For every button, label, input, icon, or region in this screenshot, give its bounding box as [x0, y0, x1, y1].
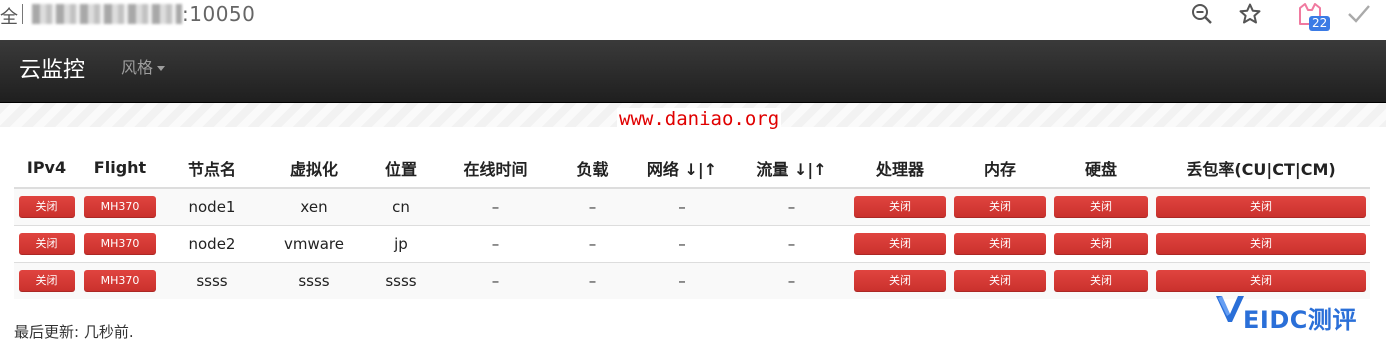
col-uptime[interactable]: 在线时间: [437, 148, 554, 189]
cell-uptime: –: [437, 262, 554, 299]
extension-badge: 22: [1309, 16, 1331, 31]
cell-disk: 关闭: [1050, 187, 1152, 226]
eidc-logo-text: EIDC测评: [1243, 306, 1357, 334]
brand-title[interactable]: 云监控: [19, 52, 85, 84]
flight-bar: MH370: [84, 270, 156, 292]
style-dropdown-label: 风格: [121, 58, 154, 77]
disk-bar: 关闭: [1054, 233, 1148, 255]
address-port[interactable]: :10050: [182, 2, 255, 26]
flight-bar: MH370: [84, 196, 156, 218]
chevron-down-icon: [157, 66, 166, 71]
memory-bar: 关闭: [954, 196, 1046, 218]
col-memory[interactable]: 内存: [950, 148, 1050, 189]
col-load[interactable]: 负载: [554, 148, 631, 189]
cell-packet-loss: 关闭: [1152, 225, 1370, 263]
cell-network: –: [631, 225, 733, 263]
ipv4-status-bar: 关闭: [18, 233, 75, 255]
last-updated: 最后更新: 几秒前.: [14, 323, 134, 341]
disk-bar: 关闭: [1054, 196, 1148, 218]
table-row[interactable]: 关闭 MH370 ssss ssss ssss – – – – 关闭 关闭 关闭…: [14, 262, 1370, 299]
col-cpu[interactable]: 处理器: [850, 148, 950, 189]
cell-location: jp: [365, 225, 437, 263]
cell-virt: xen: [263, 187, 365, 226]
cell-traffic: –: [733, 187, 850, 226]
cell-ipv4: 关闭: [14, 225, 79, 263]
cell-packet-loss: 关闭: [1152, 262, 1370, 299]
cell-virt: ssss: [263, 262, 365, 299]
cell-memory: 关闭: [950, 187, 1050, 226]
cell-network: –: [631, 187, 733, 226]
navbar: 云监控 风格: [0, 40, 1386, 103]
cell-name: ssss: [161, 262, 263, 299]
col-traffic[interactable]: 流量 ↓|↑: [733, 148, 850, 189]
cell-load: –: [554, 262, 631, 299]
ipv4-status-bar: 关闭: [18, 270, 75, 292]
cell-ipv4: 关闭: [14, 187, 79, 226]
zoom-icon[interactable]: [1190, 2, 1214, 30]
cell-memory: 关闭: [950, 225, 1050, 263]
blurred-host: [32, 4, 182, 24]
col-network[interactable]: 网络 ↓|↑: [631, 148, 733, 189]
address-separator: [22, 4, 23, 24]
disk-bar: 关闭: [1054, 270, 1148, 292]
packet-loss-bar: 关闭: [1156, 233, 1366, 255]
cell-ipv4: 关闭: [14, 262, 79, 299]
cpu-bar: 关闭: [854, 196, 946, 218]
cell-cpu: 关闭: [850, 262, 950, 299]
col-disk[interactable]: 硬盘: [1050, 148, 1152, 189]
cell-traffic: –: [733, 262, 850, 299]
packet-loss-bar: 关闭: [1156, 196, 1366, 218]
eidc-logo-icon: [1214, 292, 1246, 330]
col-packet-loss[interactable]: 丢包率(CU|CT|CM): [1152, 148, 1370, 189]
col-virt[interactable]: 虚拟化: [263, 148, 365, 189]
col-ipv4[interactable]: IPv4: [14, 148, 79, 189]
cell-load: –: [554, 225, 631, 263]
star-icon[interactable]: [1238, 2, 1262, 30]
cpu-bar: 关闭: [854, 233, 946, 255]
check-icon[interactable]: [1346, 2, 1372, 30]
style-dropdown[interactable]: 风格: [121, 54, 166, 78]
cell-flight: MH370: [79, 225, 161, 263]
cell-disk: 关闭: [1050, 225, 1152, 263]
security-label: 全: [0, 7, 18, 28]
packet-loss-bar: 关闭: [1156, 270, 1366, 292]
cell-uptime: –: [437, 225, 554, 263]
table-row[interactable]: 关闭 MH370 node2 vmware jp – – – – 关闭 关闭 关…: [14, 225, 1370, 263]
cell-location: ssss: [365, 262, 437, 299]
ipv4-status-bar: 关闭: [18, 196, 75, 218]
col-name[interactable]: 节点名: [161, 148, 263, 189]
cell-memory: 关闭: [950, 262, 1050, 299]
cell-disk: 关闭: [1050, 262, 1152, 299]
cell-name: node2: [161, 225, 263, 263]
cell-cpu: 关闭: [850, 225, 950, 263]
table-header-row: IPv4 Flight 节点名 虚拟化 位置 在线时间 负载 网络 ↓|↑ 流量…: [14, 148, 1370, 189]
cell-virt: vmware: [263, 225, 365, 263]
cell-network: –: [631, 262, 733, 299]
table-row[interactable]: 关闭 MH370 node1 xen cn – – – – 关闭 关闭 关闭 关…: [14, 187, 1370, 226]
col-flight[interactable]: Flight: [79, 148, 161, 189]
cell-uptime: –: [437, 187, 554, 226]
cell-flight: MH370: [79, 187, 161, 226]
cell-cpu: 关闭: [850, 187, 950, 226]
memory-bar: 关闭: [954, 233, 1046, 255]
cell-traffic: –: [733, 225, 850, 263]
cell-name: node1: [161, 187, 263, 226]
flight-bar: MH370: [84, 233, 156, 255]
cell-flight: MH370: [79, 262, 161, 299]
watermark-text: www.daniao.org: [617, 108, 782, 130]
cell-packet-loss: 关闭: [1152, 187, 1370, 226]
cpu-bar: 关闭: [854, 270, 946, 292]
cell-load: –: [554, 187, 631, 226]
server-table: IPv4 Flight 节点名 虚拟化 位置 在线时间 负载 网络 ↓|↑ 流量…: [14, 148, 1370, 299]
col-location[interactable]: 位置: [365, 148, 437, 189]
memory-bar: 关闭: [954, 270, 1046, 292]
browser-address-bar[interactable]: 全 :10050 22: [0, 0, 1386, 31]
cell-location: cn: [365, 187, 437, 226]
